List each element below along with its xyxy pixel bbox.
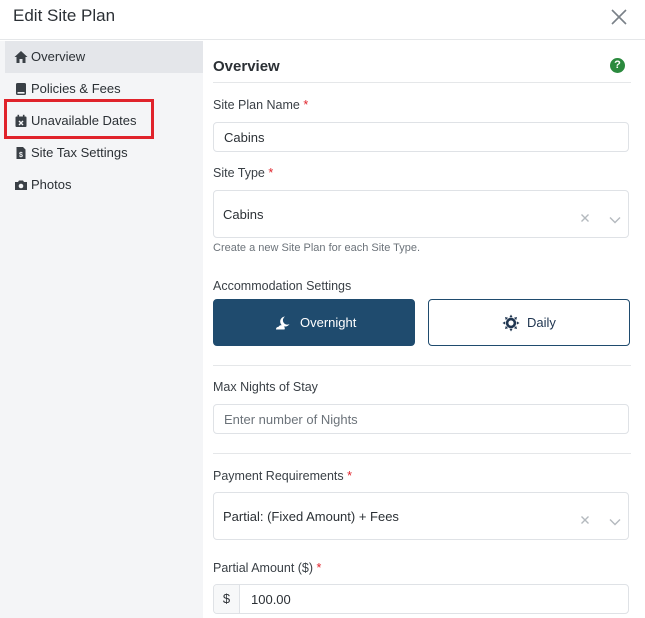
svg-text:$: $: [19, 152, 23, 159]
main-panel: Overview ? Site Plan Name * Site Type * …: [203, 41, 645, 618]
sidebar-nav: Overview Policies & Fees Unavailable Dat…: [0, 41, 203, 618]
clear-icon[interactable]: [580, 512, 590, 524]
chevron-down-icon[interactable]: [609, 211, 621, 224]
payment-requirements-value: Partial: (Fixed Amount) + Fees: [223, 509, 399, 524]
help-icon[interactable]: ?: [610, 58, 625, 73]
book-icon: [14, 82, 28, 96]
calendar-x-icon: [14, 114, 28, 128]
sidebar-item-label: Site Tax Settings: [31, 145, 128, 160]
modal-title: Edit Site Plan: [13, 6, 116, 25]
sidebar-item-policies-fees[interactable]: Policies & Fees: [5, 73, 203, 105]
site-type-value: Cabins: [223, 207, 264, 222]
chevron-down-icon[interactable]: [609, 513, 621, 526]
divider: [213, 453, 631, 454]
sidebar-item-unavailable-dates[interactable]: Unavailable Dates: [5, 105, 203, 137]
site-type-select[interactable]: Cabins: [213, 190, 629, 238]
partial-amount-field: $: [213, 584, 629, 614]
max-nights-input[interactable]: [213, 404, 629, 434]
invoice-dollar-icon: $: [14, 146, 28, 160]
moon-cloud-icon: [274, 314, 292, 332]
sidebar-item-label: Policies & Fees: [31, 81, 121, 96]
required-marker: *: [316, 561, 322, 575]
currency-prefix: $: [214, 585, 240, 613]
divider: [213, 365, 631, 366]
daily-button[interactable]: Daily: [428, 299, 630, 346]
sun-icon: [502, 314, 520, 332]
site-plan-name-label: Site Plan Name *: [213, 98, 309, 112]
sidebar-item-label: Overview: [31, 49, 86, 64]
close-icon[interactable]: [609, 7, 629, 27]
sidebar-item-site-tax-settings[interactable]: $ Site Tax Settings: [5, 137, 203, 169]
required-marker: *: [268, 166, 274, 180]
accommodation-settings-label: Accommodation Settings: [213, 279, 352, 293]
required-marker: *: [347, 469, 352, 483]
section-title: Overview: [213, 58, 280, 75]
partial-amount-label: Partial Amount ($) *: [213, 561, 322, 575]
home-icon: [14, 50, 28, 64]
camera-icon: [14, 178, 28, 192]
sidebar-item-label: Unavailable Dates: [31, 113, 137, 128]
partial-amount-input[interactable]: [241, 585, 628, 613]
site-plan-name-input[interactable]: [213, 122, 629, 152]
sidebar-item-photos[interactable]: Photos: [5, 169, 203, 201]
sidebar-item-overview[interactable]: Overview: [5, 41, 203, 73]
required-marker: *: [303, 98, 309, 112]
daily-label: Daily: [527, 315, 556, 330]
max-nights-label: Max Nights of Stay: [213, 380, 318, 394]
site-type-helper-text: Create a new Site Plan for each Site Typ…: [213, 242, 421, 254]
payment-requirements-label: Payment Requirements *: [213, 469, 352, 483]
divider: [213, 82, 631, 83]
clear-icon[interactable]: [580, 210, 590, 222]
overnight-button[interactable]: Overnight: [213, 299, 415, 346]
modal-header: Edit Site Plan: [0, 0, 645, 40]
sidebar-item-label: Photos: [31, 177, 72, 192]
overnight-label: Overnight: [300, 315, 357, 330]
payment-requirements-select[interactable]: Partial: (Fixed Amount) + Fees: [213, 492, 629, 540]
site-type-label: Site Type *: [213, 166, 274, 180]
